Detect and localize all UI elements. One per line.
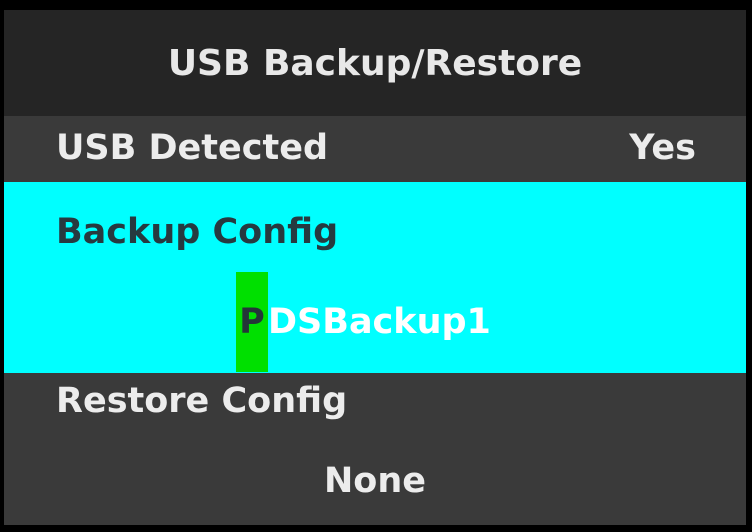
backup-filename-input[interactable]: P DSBackup1 bbox=[236, 272, 491, 372]
filename-edit-cursor[interactable]: P bbox=[236, 272, 268, 372]
device-screen: USB Backup/Restore USB Detected Yes Back… bbox=[4, 10, 746, 525]
usb-detected-row[interactable]: USB Detected Yes bbox=[4, 116, 746, 182]
screen-title: USB Backup/Restore bbox=[167, 42, 583, 84]
restore-config-value: None bbox=[324, 461, 426, 501]
filename-remaining-text: DSBackup1 bbox=[268, 302, 491, 342]
usb-detected-value: Yes bbox=[629, 128, 696, 168]
backup-config-label: Backup Config bbox=[56, 212, 339, 252]
usb-detected-label: USB Detected bbox=[56, 128, 329, 168]
screen-title-bar: USB Backup/Restore bbox=[4, 10, 746, 116]
restore-config-row[interactable]: Restore Config None bbox=[4, 373, 746, 525]
backup-config-row[interactable]: Backup Config P DSBackup1 bbox=[4, 182, 746, 373]
restore-config-label: Restore Config bbox=[56, 381, 348, 421]
